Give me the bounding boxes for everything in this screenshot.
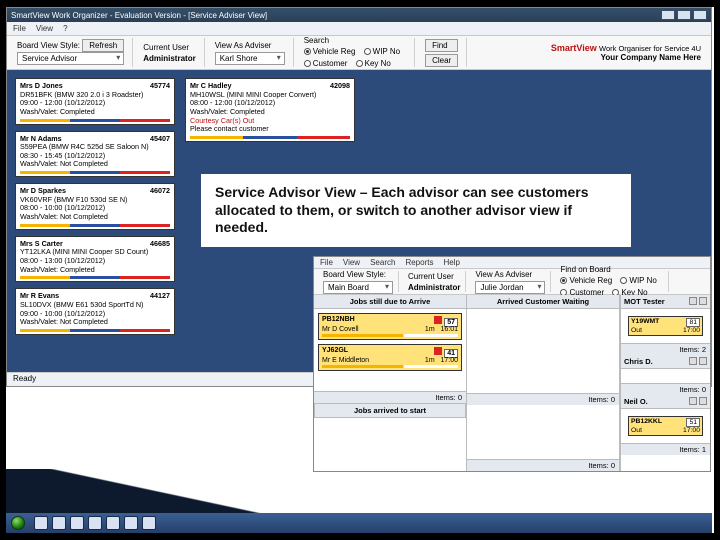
inset-viewas-select[interactable]: Julie Jordan [475,281,545,294]
radio-vehicle[interactable]: Vehicle Reg [304,47,356,56]
window-controls [661,10,707,20]
inset-toolbar: Board View Style: Main Board Current Use… [314,269,710,295]
taskbar [6,513,712,533]
radio-wip[interactable]: WIP No [364,47,400,56]
company-name: Your Company Name Here [473,53,701,62]
taskbar-app-icon[interactable] [70,516,84,530]
inset-menu-view[interactable]: View [343,258,360,267]
col-due: Jobs still due to Arrive PB12NBH 57Mr D … [314,295,467,471]
tech-footer: Items: 2 [621,343,710,355]
tech-icon [689,397,697,405]
start-orb[interactable] [6,513,30,533]
min-button[interactable] [661,10,675,20]
job-card[interactable]: Mr D Sparkes46072VK60VRF (BMW F10 530d S… [15,183,175,230]
tech-side: MOT Tester Y19WMT81Out17:00 Items: 2Chris … [620,295,710,471]
viewas-select[interactable]: Karl Shore [215,52,285,65]
tech-header: Chris D. [621,355,710,369]
tech-header: Neil O. [621,395,710,409]
taskbar-app-icon[interactable] [106,516,120,530]
title-bar: SmartView Work Organizer - Evaluation Ve… [7,8,711,22]
job-card[interactable]: Mr C Hadley42098MH10WSL (MINI MINI Coope… [185,78,355,142]
inset-menu-help[interactable]: Help [443,258,459,267]
inset-viewstyle-select[interactable]: Main Board [323,281,393,294]
radio-key[interactable]: Key No [356,59,391,68]
tech-icon [699,397,707,405]
tech-icon [689,357,697,365]
brand-block: SmartView Work Organiser for Service 4U … [473,43,705,62]
tech-footer: Items: 1 [621,443,710,455]
inset-radio-wip[interactable]: WIP No [620,276,656,285]
viewstyle-label: Board View Style: [17,41,80,50]
job-card[interactable]: Mrs S Carter46685YT12LKA (MINI MINI Coop… [15,236,175,283]
menu-help[interactable]: ? [63,24,67,33]
inset-menu-file[interactable]: File [320,258,333,267]
taskbar-app-icon[interactable] [88,516,102,530]
job-ticket[interactable]: PB12KKL51Out17:00 [628,416,703,436]
inset-window: File View Search Reports Help Board View… [313,256,711,472]
tech-header: MOT Tester [621,295,710,309]
menu-view[interactable]: View [36,24,53,33]
taskbar-app-icon[interactable] [34,516,48,530]
taskbar-app-icon[interactable] [142,516,156,530]
job-ticket[interactable]: PB12NBH 57Mr D Covell1m 16:01 [318,313,462,340]
curuser-label: Current User [143,43,195,52]
tech-icon [699,357,707,365]
inset-menu-reports[interactable]: Reports [405,258,433,267]
curuser-value: Administrator [143,54,195,63]
job-ticket[interactable]: YJ62GL 41Mr E Middleton1m 17:00 [318,344,462,371]
max-button[interactable] [677,10,691,20]
menu-file[interactable]: File [13,24,26,33]
tech-footer: Items: 0 [621,383,710,395]
job-card[interactable]: Mrs D Jones45774DR51BFK (BMW 320 2.0 i 3… [15,78,175,125]
tech-icon [689,297,697,305]
brand-name: SmartView [551,43,597,53]
refresh-button[interactable]: Refresh [82,39,124,52]
tech-icon [699,297,707,305]
slide-caption: Service Advisor View – Each advisor can … [201,174,631,247]
window-title: SmartView Work Organizer - Evaluation Ve… [11,11,267,20]
job-ticket[interactable]: Y19WMT81Out17:00 [628,316,703,336]
col-waiting: Arrived Customer Waiting Items: 0 Items:… [467,295,620,471]
close-button[interactable] [693,10,707,20]
toolbar: Board View Style: Refresh Service Adviso… [7,36,711,70]
search-label: Search [304,36,406,45]
inset-board: Jobs still due to Arrive PB12NBH 57Mr D … [314,295,710,471]
menu-bar: File View ? [7,22,711,36]
inset-menu-search[interactable]: Search [370,258,395,267]
taskbar-app-icon[interactable] [52,516,66,530]
find-button[interactable]: Find [425,39,458,52]
radio-customer[interactable]: Customer [304,59,348,68]
clear-button[interactable]: Clear [425,54,458,67]
inset-radio-vehicle[interactable]: Vehicle Reg [560,276,612,285]
taskbar-app-icon[interactable] [124,516,138,530]
job-card[interactable]: Mr N Adams45407S59PEA (BMW R4C 525d SE S… [15,131,175,178]
viewstyle-select[interactable]: Service Advisor [17,52,124,65]
windows-icon [11,516,25,530]
job-card[interactable]: Mr R Evans44127SL10DVX (BMW E61 530d Spo… [15,288,175,335]
viewas-label: View As Adviser [215,41,285,50]
